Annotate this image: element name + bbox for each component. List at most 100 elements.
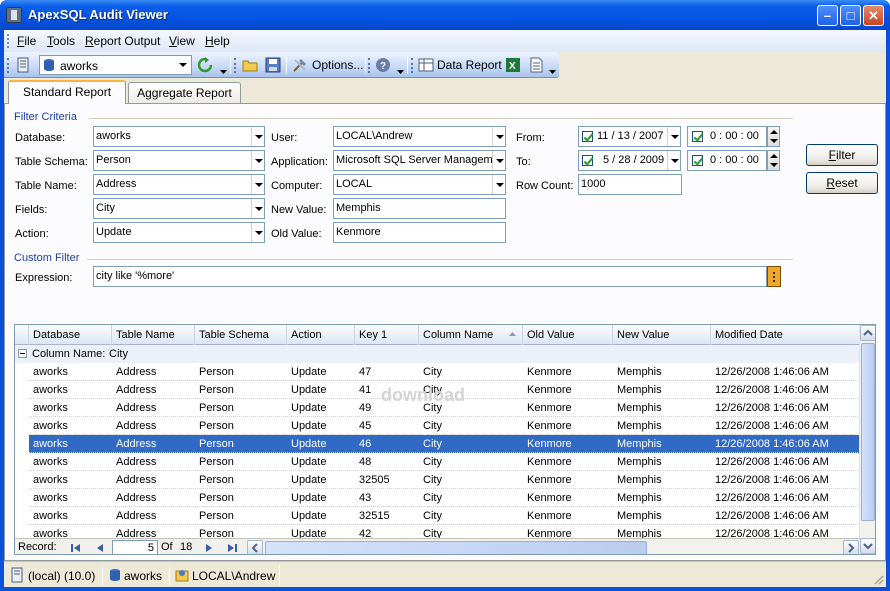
previous-record-icon[interactable] bbox=[95, 543, 105, 553]
to-date-checkbox[interactable] bbox=[582, 155, 593, 166]
menu-report-output[interactable]: Report Output bbox=[85, 34, 160, 48]
chevron-down-icon[interactable] bbox=[492, 151, 505, 170]
cell-old-value[interactable]: Kenmore bbox=[527, 510, 613, 522]
table-row[interactable]: aworks Address Person Update 47 City Kenmore Me… bbox=[29, 363, 860, 381]
toolbar-grip[interactable] bbox=[368, 58, 371, 73]
cell-database[interactable]: aworks bbox=[33, 420, 111, 432]
cell-table-schema[interactable]: Person bbox=[199, 510, 287, 522]
table-schema-select[interactable]: Person bbox=[93, 150, 265, 171]
application-select[interactable]: Microsoft SQL Server Management bbox=[333, 150, 506, 171]
user-select[interactable]: LOCAL\Andrew bbox=[333, 126, 506, 147]
menu-tools[interactable]: Tools bbox=[47, 34, 75, 48]
excel-icon[interactable]: X bbox=[505, 57, 521, 73]
cell-action[interactable]: Update bbox=[291, 492, 355, 504]
chevron-down-icon[interactable] bbox=[251, 199, 264, 218]
cell-table-schema[interactable]: Person bbox=[199, 420, 287, 432]
cell-new-value[interactable]: Memphis bbox=[617, 510, 711, 522]
cell-new-value[interactable]: Memphis bbox=[617, 420, 711, 432]
cell-new-value[interactable]: Memphis bbox=[617, 456, 711, 468]
column-header-table-schema[interactable]: Table Schema bbox=[195, 325, 287, 345]
scroll-right-button[interactable] bbox=[843, 540, 859, 554]
chevron-down-icon[interactable] bbox=[492, 127, 505, 146]
cell-action[interactable]: Update bbox=[291, 384, 355, 396]
cell-table-name[interactable]: Address bbox=[116, 474, 194, 486]
export-dropdown-icon[interactable] bbox=[549, 70, 556, 74]
cell-database[interactable]: aworks bbox=[33, 510, 111, 522]
chevron-down-icon[interactable] bbox=[667, 151, 680, 170]
menu-view[interactable]: View bbox=[169, 34, 195, 48]
column-header-database[interactable]: Database bbox=[29, 325, 112, 345]
cell-modified-date[interactable]: 12/26/2008 1:46:06 AM bbox=[715, 366, 860, 378]
cell-key-1[interactable]: 43 bbox=[359, 492, 419, 504]
cell-old-value[interactable]: Kenmore bbox=[527, 420, 613, 432]
horizontal-scrollbar[interactable] bbox=[247, 540, 859, 554]
to-time-spinner[interactable] bbox=[767, 150, 780, 171]
toolbar-grip[interactable] bbox=[411, 58, 414, 73]
expression-input[interactable]: city like '%more' bbox=[93, 266, 767, 287]
cell-table-name[interactable]: Address bbox=[116, 510, 194, 522]
menu-file[interactable]: File bbox=[17, 34, 36, 48]
database-select[interactable]: aworks bbox=[93, 126, 265, 147]
cell-table-schema[interactable]: Person bbox=[199, 438, 287, 450]
cell-column-name[interactable]: City bbox=[423, 492, 523, 504]
cell-new-value[interactable]: Memphis bbox=[617, 366, 711, 378]
tools-icon[interactable] bbox=[292, 57, 308, 73]
cell-column-name[interactable]: City bbox=[423, 438, 523, 450]
next-record-icon[interactable] bbox=[204, 543, 214, 553]
server-icon[interactable] bbox=[15, 57, 31, 73]
to-date-picker[interactable]: 5 / 28 / 2009 bbox=[578, 150, 681, 171]
column-header-key-1[interactable]: Key 1 bbox=[355, 325, 419, 345]
column-header-modified-date[interactable]: Modified Date bbox=[711, 325, 860, 345]
column-header-action[interactable]: Action bbox=[287, 325, 355, 345]
computer-select[interactable]: LOCAL bbox=[333, 174, 506, 195]
refresh-dropdown-icon[interactable] bbox=[220, 70, 227, 74]
column-header-old-value[interactable]: Old Value bbox=[523, 325, 613, 345]
data-report-icon[interactable] bbox=[418, 57, 434, 73]
cell-database[interactable]: aworks bbox=[33, 384, 111, 396]
open-folder-icon[interactable] bbox=[242, 57, 258, 73]
cell-database[interactable]: aworks bbox=[33, 366, 111, 378]
cell-action[interactable]: Update bbox=[291, 402, 355, 414]
cell-key-1[interactable]: 32515 bbox=[359, 510, 419, 522]
toolbar-grip[interactable] bbox=[7, 58, 10, 73]
tab-standard-report[interactable]: Standard Report bbox=[8, 80, 126, 104]
toolbar-grip[interactable] bbox=[234, 58, 237, 73]
cell-database[interactable]: aworks bbox=[33, 492, 111, 504]
cell-action[interactable]: Update bbox=[291, 474, 355, 486]
cell-database[interactable]: aworks bbox=[33, 438, 111, 450]
maximize-button[interactable]: □ bbox=[840, 5, 861, 26]
cell-column-name[interactable]: City bbox=[423, 474, 523, 486]
cell-action[interactable]: Update bbox=[291, 366, 355, 378]
group-row-column-name[interactable]: Column Name: City bbox=[15, 345, 860, 363]
horizontal-scroll-thumb[interactable] bbox=[265, 541, 647, 554]
cell-table-schema[interactable]: Person bbox=[199, 492, 287, 504]
chevron-down-icon[interactable] bbox=[176, 57, 190, 73]
chevron-down-icon[interactable] bbox=[251, 223, 264, 242]
chevron-down-icon[interactable] bbox=[492, 175, 505, 194]
cell-new-value[interactable]: Memphis bbox=[617, 492, 711, 504]
cell-old-value[interactable]: Kenmore bbox=[527, 438, 613, 450]
cell-old-value[interactable]: Kenmore bbox=[527, 474, 613, 486]
cell-table-schema[interactable]: Person bbox=[199, 456, 287, 468]
cell-table-name[interactable]: Address bbox=[116, 420, 194, 432]
cell-modified-date[interactable]: 12/26/2008 1:46:06 AM bbox=[715, 402, 860, 414]
cell-column-name[interactable]: City bbox=[423, 456, 523, 468]
row-count-input[interactable]: 1000 bbox=[578, 174, 682, 195]
old-value-input[interactable]: Kenmore bbox=[333, 222, 506, 243]
chevron-down-icon[interactable] bbox=[251, 175, 264, 194]
cell-column-name[interactable]: City bbox=[423, 366, 523, 378]
scroll-left-button[interactable] bbox=[247, 540, 263, 554]
cell-key-1[interactable]: 47 bbox=[359, 366, 419, 378]
cell-database[interactable]: aworks bbox=[33, 402, 111, 414]
from-time-input[interactable]: 0 : 00 : 00 bbox=[687, 126, 767, 147]
table-name-select[interactable]: Address bbox=[93, 174, 265, 195]
cell-old-value[interactable]: Kenmore bbox=[527, 384, 613, 396]
help-dropdown-icon[interactable] bbox=[397, 70, 404, 74]
menu-grip[interactable] bbox=[7, 34, 10, 48]
from-date-picker[interactable]: 11 / 13 / 2007 bbox=[578, 126, 681, 147]
cell-modified-date[interactable]: 12/26/2008 1:46:06 AM bbox=[715, 474, 860, 486]
table-row[interactable]: aworks Address Person Update 48 City Kenmore Me… bbox=[29, 453, 860, 471]
scroll-down-button[interactable] bbox=[860, 538, 875, 554]
cell-modified-date[interactable]: 12/26/2008 1:46:06 AM bbox=[715, 510, 860, 522]
to-time-input[interactable]: 0 : 00 : 00 bbox=[687, 150, 767, 171]
